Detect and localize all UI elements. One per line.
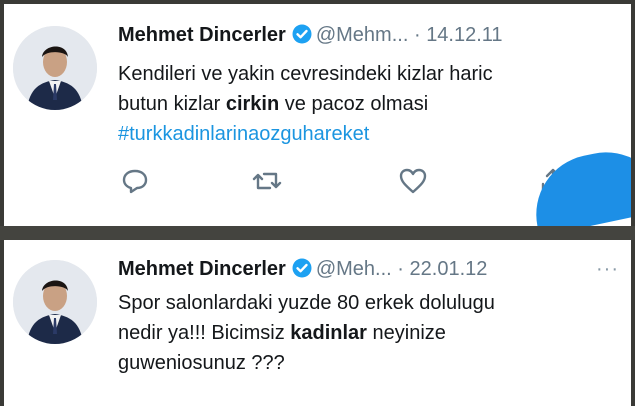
tweet-text-line: Spor salonlardaki yuzde 80 erkek dolulug… <box>118 292 495 314</box>
avatar-photo-icon <box>13 260 97 344</box>
tweet-text-bold: cirkin <box>225 93 280 115</box>
separator-dot: · <box>413 24 421 46</box>
separator-dot: · <box>397 258 404 280</box>
avatar-photo-icon <box>13 26 97 110</box>
more-options-icon[interactable]: ··· <box>596 258 619 281</box>
tweet-date[interactable]: 14.12.11 <box>426 24 502 46</box>
tweet-card[interactable]: Mehmet Dincerler @Meh... · 22.01.12 ··· S… <box>4 240 631 406</box>
tweet-date[interactable]: 22.01.12 <box>410 258 488 280</box>
tweet-text-segment: butun kizlar <box>118 93 226 115</box>
author-name[interactable]: Mehmet Dincerler <box>118 24 286 46</box>
tweet-text-line: Kendileri ve yakin cevresindeki kizlar h… <box>118 63 493 85</box>
tweet-header: Mehmet Dincerler @Meh... · 22.01.12 <box>118 258 487 281</box>
hashtag-link[interactable]: #turkkadinlarinaozguhareket <box>118 123 369 145</box>
tweet-text-bold: kadinlar <box>290 322 367 344</box>
tweet-text-segment: nedir ya!!! Bicimsiz <box>118 322 291 344</box>
tweet-text-segment: neyinize <box>366 322 446 344</box>
reply-icon[interactable] <box>118 164 152 198</box>
author-name[interactable]: Mehmet Dincerler <box>118 258 286 280</box>
tweet-header: Mehmet Dincerler @Mehm... · 14.12.11 <box>118 24 503 47</box>
tweet-divider <box>0 226 635 240</box>
tweet-card[interactable]: Mehmet Dincerler @Mehm... · 14.12.11 Kend… <box>4 4 631 226</box>
retweet-icon[interactable] <box>250 164 284 198</box>
avatar[interactable] <box>13 260 97 344</box>
author-handle[interactable]: @Mehm... <box>316 24 409 46</box>
tweet-text-line: guweniosunuz ??? <box>118 352 285 374</box>
tweet-text: Spor salonlardaki yuzde 80 erkek dolulug… <box>118 288 618 378</box>
like-icon[interactable] <box>396 164 430 198</box>
tweet-text-segment: ve pacoz olmasi <box>279 93 429 115</box>
screenshot: { "tweets": [ { "author": "Mehmet Dincer… <box>0 0 635 406</box>
verified-badge-icon <box>292 258 312 278</box>
avatar[interactable] <box>13 26 97 110</box>
verified-badge-icon <box>292 24 312 44</box>
tweet-text: Kendileri ve yakin cevresindeki kizlar h… <box>118 59 618 149</box>
author-handle[interactable]: @Meh... <box>316 258 392 280</box>
